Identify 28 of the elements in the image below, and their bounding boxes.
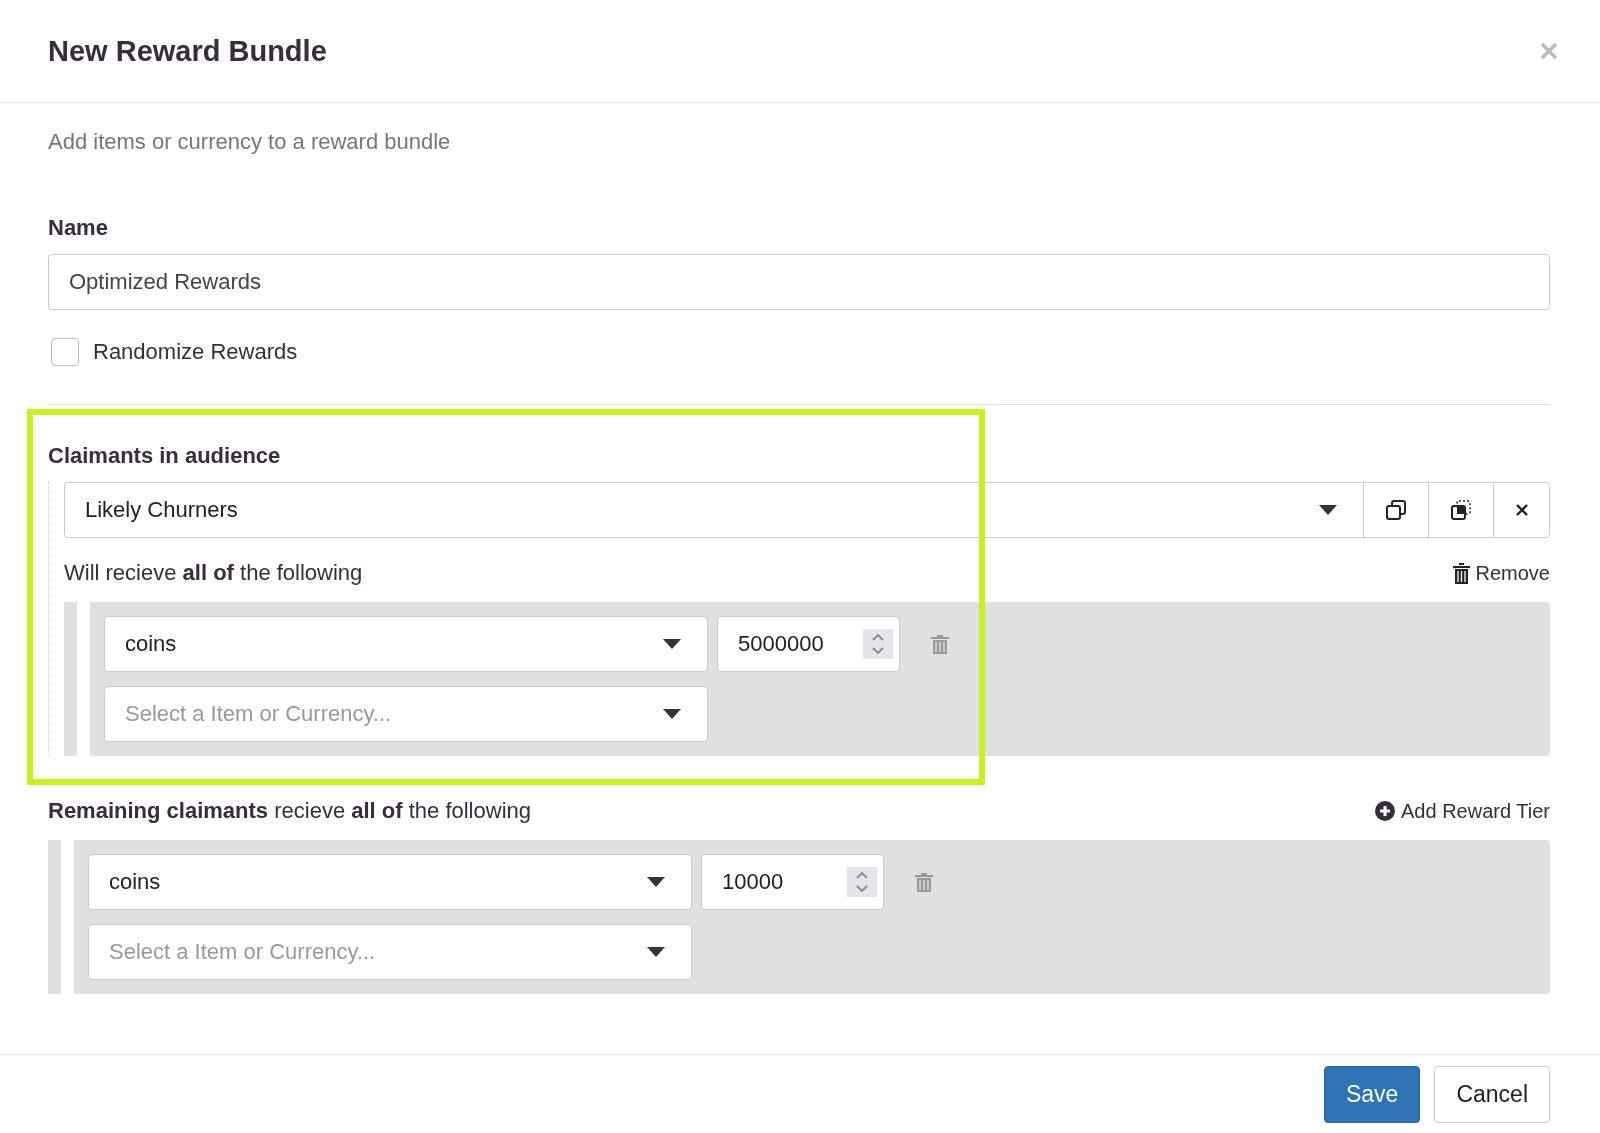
caret-icon <box>647 947 665 957</box>
spinner-icon[interactable] <box>863 629 893 659</box>
field-label: Name <box>48 215 109 241</box>
item-select[interactable]: coins <box>104 616 708 672</box>
trash-icon[interactable] <box>931 634 949 654</box>
spinner-icon[interactable] <box>847 867 877 897</box>
checkbox[interactable] <box>51 338 79 366</box>
plus-circle-icon <box>1375 801 1396 821</box>
tier-heading: Claimants in audience <box>48 443 282 469</box>
save-button[interactable]: Save <box>1323 1066 1421 1123</box>
dialog-title: New Reward Bundle <box>48 34 327 68</box>
amount-field[interactable]: 10000 <box>701 854 884 910</box>
checkbox-label[interactable]: Randomize Rewards <box>93 339 298 365</box>
caret-icon <box>663 639 681 649</box>
amount-field[interactable]: 5000000 <box>717 616 900 672</box>
close-icon[interactable] <box>1540 42 1558 60</box>
caret-icon <box>647 877 665 887</box>
add-tier-link[interactable]: Add Reward Tier <box>1375 799 1550 823</box>
caret-icon <box>663 709 681 719</box>
description-text: Add items or currency to a reward bundle <box>48 129 452 155</box>
remove-link[interactable]: Remove <box>1452 561 1550 585</box>
name-field[interactable]: Optimized Rewards <box>48 254 1550 310</box>
cancel-button[interactable]: Cancel <box>1434 1066 1550 1123</box>
trash-icon[interactable] <box>915 872 933 892</box>
trash-icon <box>1452 562 1470 584</box>
remaining-text: Remaining claimants recieve all of the following <box>48 798 531 824</box>
receive-text: Will recieve all of the following <box>64 560 363 586</box>
item-select[interactable]: coins <box>88 854 692 910</box>
